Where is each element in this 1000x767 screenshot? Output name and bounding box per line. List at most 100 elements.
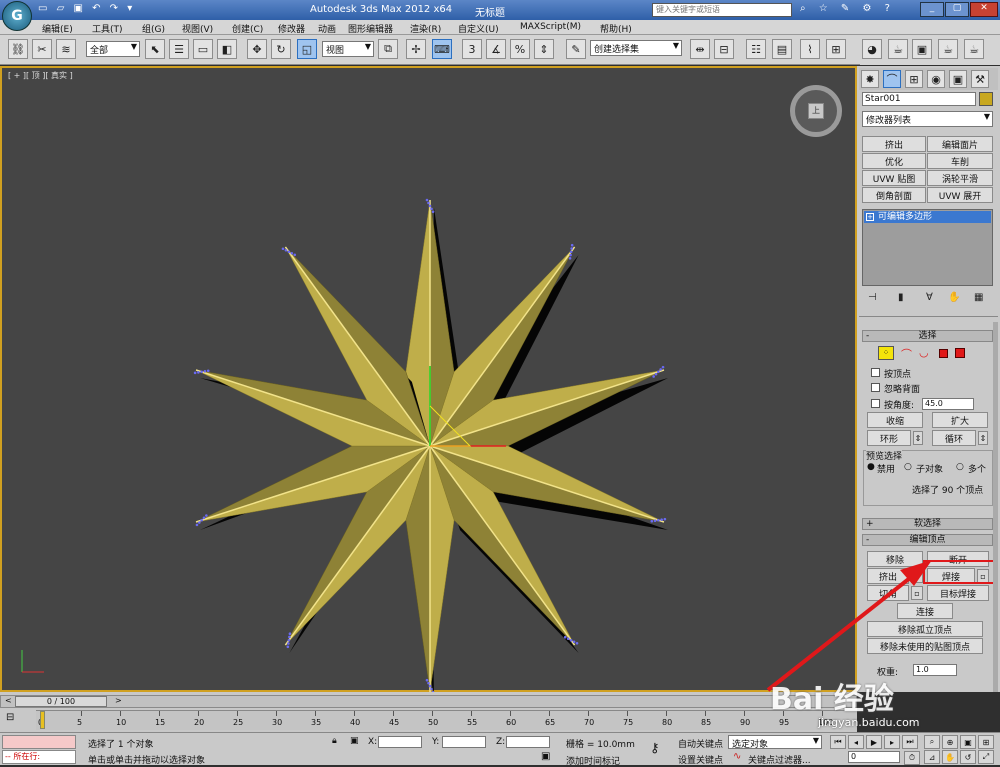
- make-unique-icon[interactable]: ∀: [926, 292, 933, 303]
- selected-vertex[interactable]: [287, 638, 291, 642]
- menu-edit[interactable]: 编辑(E): [42, 22, 73, 35]
- selected-vertex[interactable]: [569, 250, 573, 254]
- selected-vertex[interactable]: [287, 250, 291, 254]
- mod-bevel-profile-button[interactable]: 倒角剖面: [862, 187, 926, 203]
- selected-vertex[interactable]: [193, 371, 197, 375]
- select-by-name-icon[interactable]: ☰: [169, 39, 189, 59]
- slider-next-icon[interactable]: >: [115, 696, 122, 705]
- selected-vertex[interactable]: [290, 251, 294, 255]
- menu-animation[interactable]: 动画: [318, 22, 336, 35]
- object-name-field[interactable]: Star001: [862, 92, 976, 106]
- app-logo[interactable]: G: [2, 1, 32, 31]
- remove-modifier-icon[interactable]: ✋: [948, 292, 960, 303]
- add-time-tag-icon[interactable]: ▣: [541, 751, 550, 762]
- selected-vertex[interactable]: [200, 518, 203, 522]
- select-object-icon[interactable]: ⬉: [145, 39, 165, 59]
- mod-unwrap-uvw-button[interactable]: UVW 展开: [927, 187, 993, 203]
- play-icon[interactable]: ▶: [866, 735, 882, 749]
- selected-vertex[interactable]: [425, 198, 429, 202]
- selected-vertex[interactable]: [200, 370, 203, 374]
- selection-rollout-header[interactable]: - 选择: [862, 330, 993, 342]
- selected-vertex[interactable]: [657, 370, 660, 374]
- set-key-label[interactable]: 设置关键点: [678, 753, 723, 766]
- key-icon[interactable]: ⚷: [650, 741, 660, 756]
- configure-sets-icon[interactable]: ▦: [974, 292, 983, 303]
- goto-start-icon[interactable]: ⏮: [830, 735, 846, 749]
- selected-vertex[interactable]: [569, 638, 573, 642]
- link-icon[interactable]: ⛓: [8, 39, 28, 59]
- by-vertex-checkbox[interactable]: [871, 368, 880, 377]
- selected-vertex[interactable]: [661, 365, 665, 369]
- rect-region-icon[interactable]: ▭: [193, 39, 213, 59]
- scale-icon[interactable]: ◱: [297, 39, 317, 59]
- selected-vertex[interactable]: [286, 645, 290, 649]
- pivot-icon[interactable]: ⧉: [378, 39, 398, 59]
- modifier-list-dropdown[interactable]: 修改器列表 ▼: [862, 111, 993, 127]
- graphite-toggle-icon[interactable]: ▤: [772, 39, 792, 59]
- prev-frame-icon[interactable]: ◂: [848, 735, 864, 749]
- rendered-frame-icon[interactable]: ▣: [912, 39, 932, 59]
- extrude-button[interactable]: 挤出: [867, 568, 909, 584]
- current-frame-field[interactable]: 0: [848, 751, 900, 763]
- time-slider-track[interactable]: < 0 / 100 >: [0, 695, 857, 708]
- mirror-icon[interactable]: ⇹: [690, 39, 710, 59]
- panel-scrollbar[interactable]: [993, 322, 998, 692]
- keyboard-shortcut-icon[interactable]: ⌨: [432, 39, 452, 59]
- selected-vertex[interactable]: [659, 368, 662, 371]
- preview-multi-radio[interactable]: ○: [956, 462, 964, 472]
- percent-snap-icon[interactable]: %: [510, 39, 530, 59]
- modifier-stack[interactable]: + 可编辑多边形: [862, 209, 993, 286]
- selected-vertex[interactable]: [563, 635, 567, 639]
- zoom-all-icon[interactable]: ⊕: [942, 735, 958, 749]
- vertex-mode-icon[interactable]: ⁘: [878, 346, 894, 360]
- utilities-tab-icon[interactable]: ⚒: [971, 70, 989, 88]
- time-slider-thumb[interactable]: 0 / 100: [15, 696, 107, 707]
- selected-vertex[interactable]: [425, 678, 429, 682]
- schematic-view-icon[interactable]: ⊞: [826, 39, 846, 59]
- quick-access-icons[interactable]: ▭ ▱ ▣ ↶ ↷ ▾: [38, 3, 135, 14]
- selected-vertex[interactable]: [430, 207, 433, 211]
- angle-snap-icon[interactable]: ∡: [486, 39, 506, 59]
- selected-vertex[interactable]: [570, 243, 574, 247]
- window-crossing-icon[interactable]: ◧: [217, 39, 237, 59]
- zoom-extents-icon[interactable]: ▣: [960, 735, 976, 749]
- selected-vertex[interactable]: [197, 371, 200, 374]
- selected-vertex[interactable]: [428, 684, 432, 688]
- selected-vertex[interactable]: [202, 516, 206, 520]
- menu-rendering[interactable]: 渲染(R): [410, 22, 441, 35]
- ignore-backface-checkbox[interactable]: [871, 383, 880, 392]
- by-angle-checkbox[interactable]: [871, 399, 880, 408]
- show-end-result-icon[interactable]: ▮: [898, 292, 904, 303]
- named-selection-dropdown[interactable]: 创建选择集 ▼: [590, 40, 682, 56]
- selection-filter-dropdown[interactable]: 全部 ▼: [86, 41, 140, 57]
- layer-manager-icon[interactable]: ☷: [746, 39, 766, 59]
- selected-vertex[interactable]: [568, 256, 572, 260]
- bind-spacewarp-icon[interactable]: ≋: [56, 39, 76, 59]
- soft-selection-header[interactable]: + 软选择: [862, 518, 993, 530]
- selected-vertex[interactable]: [288, 632, 292, 636]
- selected-vertex[interactable]: [430, 687, 433, 691]
- create-tab-icon[interactable]: ✸: [861, 70, 879, 88]
- selected-vertex[interactable]: [575, 641, 579, 645]
- selected-vertex[interactable]: [654, 372, 658, 376]
- selected-vertex[interactable]: [205, 514, 208, 517]
- maxscript-listener[interactable]: [2, 735, 76, 749]
- next-frame-icon[interactable]: ▸: [884, 735, 900, 749]
- help-toolbar-icons[interactable]: ⌕ ☆ ✎ ⚙ ?: [800, 3, 895, 14]
- selected-vertex[interactable]: [657, 518, 660, 522]
- mod-uvw-map-button[interactable]: UVW 贴图: [862, 170, 926, 186]
- spinner-snap-icon[interactable]: ⇕: [534, 39, 554, 59]
- unlink-icon[interactable]: ✂: [32, 39, 52, 59]
- time-config-icon[interactable]: ⏱: [904, 751, 920, 765]
- timeline-current-marker[interactable]: [40, 711, 45, 729]
- abs-mode-icon[interactable]: ▣: [350, 736, 359, 746]
- shrink-button[interactable]: 收缩: [867, 412, 923, 428]
- loop-button[interactable]: 循环: [932, 430, 976, 446]
- remove-button[interactable]: 移除: [867, 551, 923, 567]
- y-field[interactable]: [442, 736, 486, 748]
- selected-vertex[interactable]: [652, 375, 655, 378]
- connect-button[interactable]: 连接: [897, 603, 953, 619]
- fov-icon[interactable]: ⊿: [924, 750, 940, 764]
- ring-spinner[interactable]: ⇕: [913, 431, 923, 445]
- search-input[interactable]: 键入关键字或短语: [652, 3, 792, 17]
